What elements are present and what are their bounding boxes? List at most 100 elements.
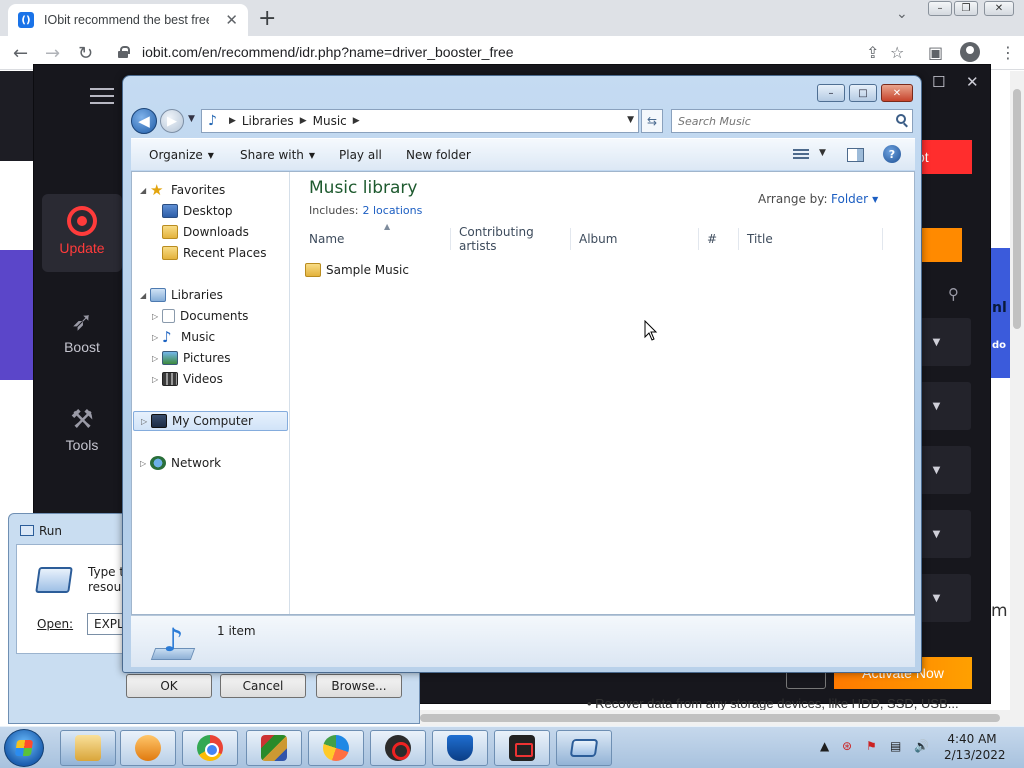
explorer-address-bar[interactable]: ♪ ▶ Libraries ▶ Music ▶ ▼ xyxy=(201,109,639,133)
nav-item-favorites[interactable]: ◢ ★ Favorites xyxy=(140,180,225,200)
forward-arrow-icon[interactable]: → xyxy=(45,43,60,64)
browser-close-button[interactable]: ✕ xyxy=(984,1,1014,16)
browser-minimize-button[interactable]: – xyxy=(928,1,952,16)
dropdown-arrow-icon[interactable]: ▼ xyxy=(919,456,953,484)
taskbar-winrar-button[interactable] xyxy=(246,730,302,766)
app-nav-update[interactable]: Update xyxy=(42,194,122,272)
app-menu-icon[interactable] xyxy=(90,88,114,109)
new-tab-button[interactable]: + xyxy=(258,6,276,31)
run-ok-button[interactable]: OK xyxy=(126,674,212,698)
app-nav-boost[interactable]: ➶ Boost xyxy=(42,306,122,355)
dropdown-arrow-icon[interactable]: ▼ xyxy=(919,328,953,356)
nav-item-libraries[interactable]: ◢ Libraries xyxy=(140,285,223,305)
side-panel-icon[interactable]: ▣ xyxy=(928,43,943,62)
collapsed-triangle-icon[interactable]: ▷ xyxy=(141,417,147,426)
explorer-maximize-button[interactable]: □ xyxy=(849,84,877,102)
app-nav-tools[interactable]: ⚒ Tools xyxy=(42,404,122,453)
address-dropdown-icon[interactable]: ▼ xyxy=(627,115,634,125)
dropdown-arrow-icon[interactable]: ▼ xyxy=(919,392,953,420)
scrollbar-thumb[interactable] xyxy=(420,714,1000,722)
collapsed-triangle-icon[interactable]: ▷ xyxy=(152,375,158,384)
browser-tab[interactable]: () IObit recommend the best free, f ✕ xyxy=(8,4,248,36)
search-icon[interactable] xyxy=(896,114,906,124)
share-with-menu[interactable]: Share with ▼ xyxy=(240,148,315,162)
expanded-triangle-icon[interactable]: ◢ xyxy=(140,186,146,195)
nav-item-network[interactable]: ▷ Network xyxy=(140,453,221,473)
nav-item-desktop[interactable]: Desktop xyxy=(162,201,233,221)
refresh-button[interactable]: ⇆ xyxy=(641,109,663,133)
taskbar-shield-button[interactable] xyxy=(432,730,488,766)
locations-link[interactable]: 2 locations xyxy=(362,204,422,217)
app-orange-button[interactable] xyxy=(918,228,962,262)
scrollbar-thumb[interactable] xyxy=(1013,89,1021,329)
change-view-icon[interactable] xyxy=(793,149,809,161)
recent-pages-dropdown-icon[interactable]: ▼ xyxy=(188,114,195,124)
collapsed-triangle-icon[interactable]: ▷ xyxy=(152,354,158,363)
tray-flag-icon[interactable]: ⚑ xyxy=(866,739,877,753)
explorer-close-button[interactable]: ✕ xyxy=(881,84,913,102)
taskbar-driver-booster-button[interactable] xyxy=(370,730,426,766)
tray-driver-booster-icon[interactable]: ⊛ xyxy=(842,739,852,753)
breadcrumb-music[interactable]: Music xyxy=(313,114,347,128)
start-button[interactable] xyxy=(4,729,44,767)
taskbar-run-button[interactable] xyxy=(556,730,612,766)
taskbar-recorder-button[interactable] xyxy=(494,730,550,766)
tray-overflow-icon[interactable]: ▲ xyxy=(820,739,829,753)
list-item[interactable]: Sample Music xyxy=(305,260,409,280)
column-header-title[interactable]: Title xyxy=(739,228,883,250)
column-header-album[interactable]: Album xyxy=(571,228,699,250)
app-search-icon[interactable]: ⚲ xyxy=(948,285,959,303)
nav-item-my-computer[interactable]: ▷ My Computer xyxy=(133,411,288,431)
tab-close-icon[interactable]: ✕ xyxy=(225,11,238,29)
dropdown-arrow-icon[interactable]: ▼ xyxy=(919,584,953,612)
explorer-forward-button[interactable]: ▶ xyxy=(160,109,184,133)
search-input[interactable] xyxy=(678,111,888,131)
nav-item-pictures[interactable]: ▷ Pictures xyxy=(152,348,231,368)
explorer-search-box[interactable] xyxy=(671,109,913,133)
run-cancel-button[interactable]: Cancel xyxy=(220,674,306,698)
app-close-icon[interactable]: ✕ xyxy=(966,73,979,91)
play-all-button[interactable]: Play all xyxy=(339,148,382,162)
collapsed-triangle-icon[interactable]: ▷ xyxy=(152,312,158,321)
explorer-minimize-button[interactable]: – xyxy=(817,84,845,102)
address-bar[interactable]: iobit.com/en/recommend/idr.php?name=driv… xyxy=(142,44,514,60)
view-options-dropdown-icon[interactable]: ▼ xyxy=(819,148,826,158)
explorer-back-button[interactable]: ◀ xyxy=(131,108,157,134)
taskbar-chrome-button[interactable] xyxy=(182,730,238,766)
page-vertical-scrollbar[interactable] xyxy=(1010,71,1024,711)
breadcrumb-separator-icon[interactable]: ▶ xyxy=(229,116,236,126)
nav-item-videos[interactable]: ▷ Videos xyxy=(152,369,223,389)
share-icon[interactable]: ⇪ xyxy=(866,43,879,62)
column-header-name[interactable]: ▲ Name xyxy=(301,222,451,250)
run-browse-button[interactable]: Browse... xyxy=(316,674,402,698)
collapsed-triangle-icon[interactable]: ▷ xyxy=(140,459,146,468)
lock-icon[interactable] xyxy=(118,46,130,58)
new-folder-button[interactable]: New folder xyxy=(406,148,471,162)
help-icon[interactable]: ? xyxy=(883,145,901,163)
expanded-triangle-icon[interactable]: ◢ xyxy=(140,291,146,300)
tray-network-icon[interactable]: ▤ xyxy=(890,739,901,753)
taskbar-explorer-button[interactable] xyxy=(60,730,116,766)
taskbar-media-player-button[interactable] xyxy=(120,730,176,766)
column-header-contributing-artists[interactable]: Contributing artists xyxy=(451,225,571,253)
app-maximize-icon[interactable]: ☐ xyxy=(932,73,945,91)
column-header-number[interactable]: # xyxy=(699,228,739,250)
tray-volume-icon[interactable]: 🔊 xyxy=(914,739,929,753)
reload-icon[interactable]: ↻ xyxy=(78,43,93,64)
browser-menu-icon[interactable]: ⋮ xyxy=(1000,43,1016,62)
breadcrumb-libraries[interactable]: Libraries xyxy=(242,114,294,128)
taskbar-clock[interactable]: 4:40 AM 2/13/2022 xyxy=(944,731,1006,763)
nav-item-downloads[interactable]: Downloads xyxy=(162,222,249,242)
nav-item-recent-places[interactable]: Recent Places xyxy=(162,243,266,263)
nav-item-music[interactable]: ▷ ♪ Music xyxy=(152,327,215,347)
profile-avatar-icon[interactable] xyxy=(960,42,980,62)
breadcrumb-separator-icon[interactable]: ▶ xyxy=(353,116,360,126)
app-reboot-button[interactable]: ot xyxy=(915,140,972,174)
preview-pane-icon[interactable] xyxy=(847,148,864,162)
collapsed-triangle-icon[interactable]: ▷ xyxy=(152,333,158,342)
nav-item-documents[interactable]: ▷ Documents xyxy=(152,306,248,326)
back-arrow-icon[interactable]: ← xyxy=(13,43,28,64)
tab-search-icon[interactable]: ⌄ xyxy=(896,6,908,22)
browser-maximize-button[interactable]: ❐ xyxy=(954,1,978,16)
bookmark-star-icon[interactable]: ☆ xyxy=(890,43,904,62)
